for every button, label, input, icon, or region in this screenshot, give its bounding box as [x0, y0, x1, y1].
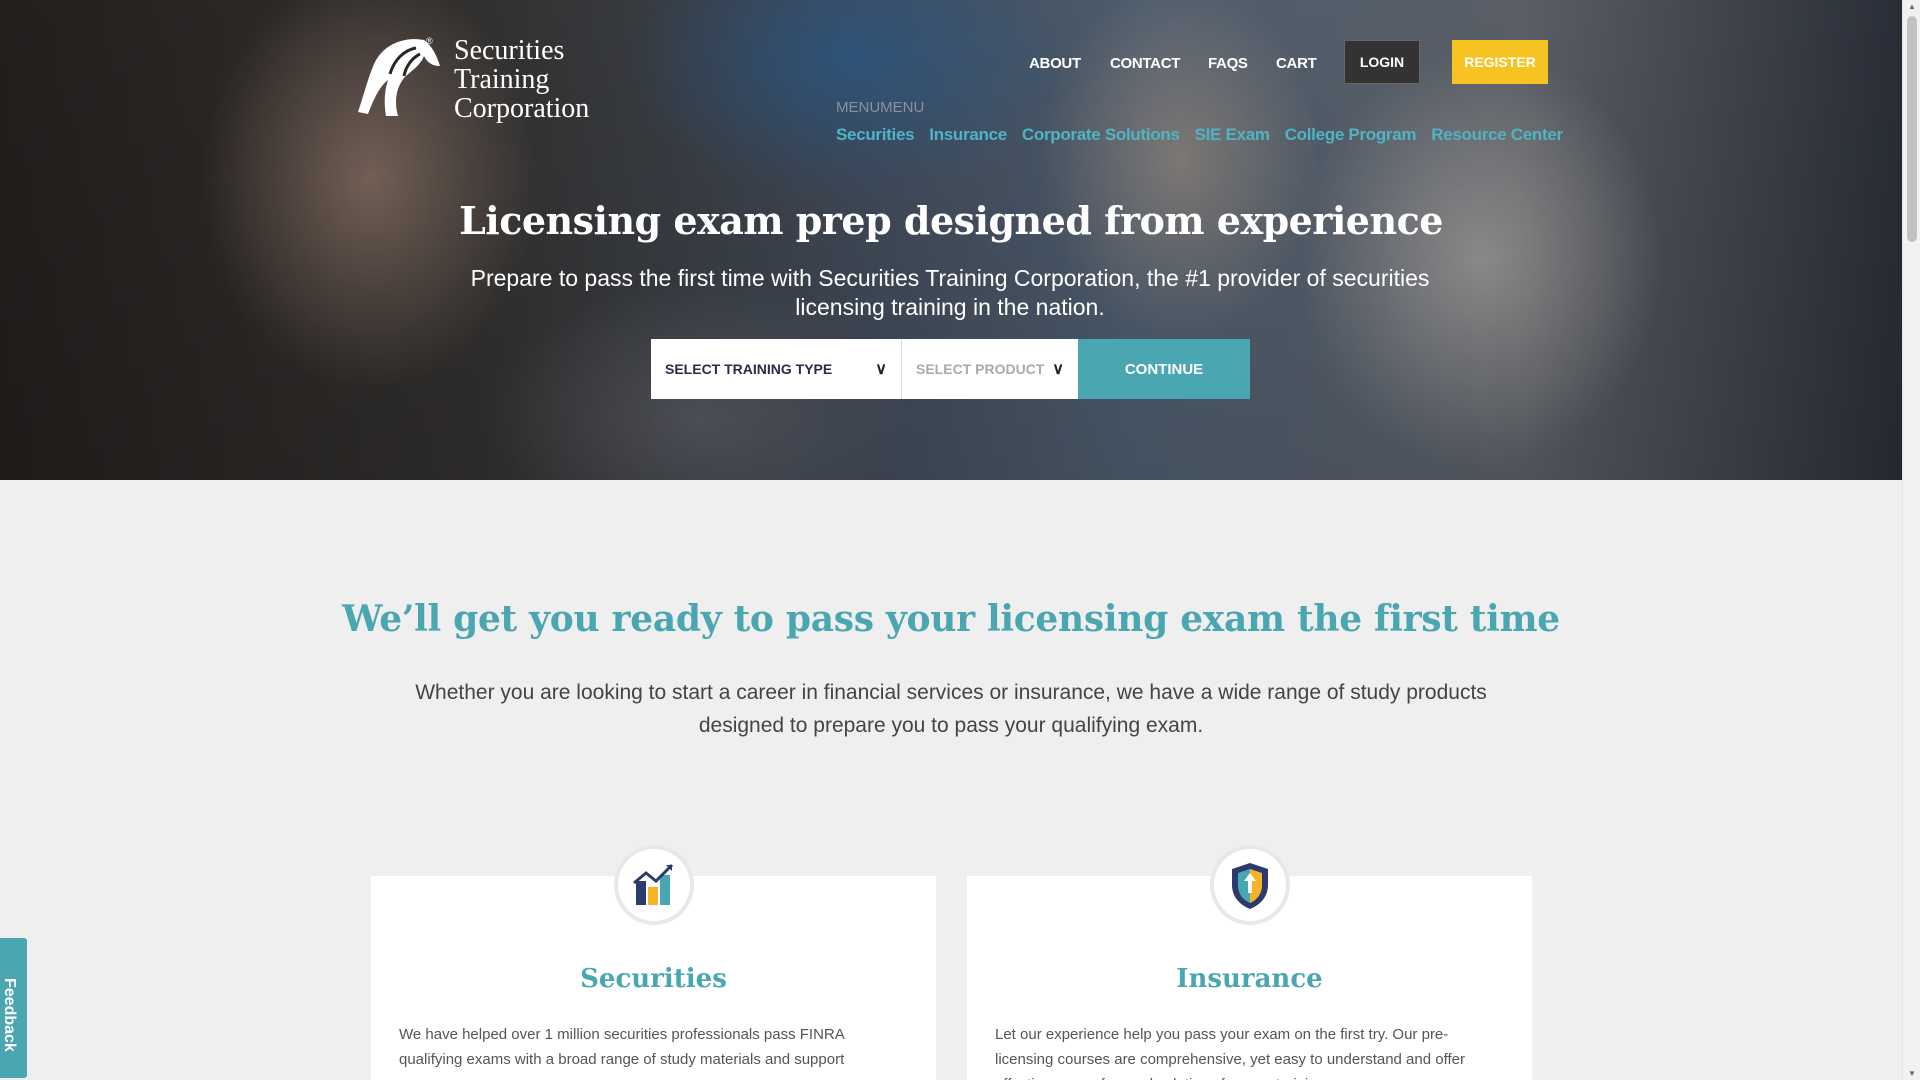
nav-faqs[interactable]: FAQS	[1208, 55, 1248, 72]
scroll-down-icon[interactable]: ▼	[1907, 1069, 1917, 1078]
training-type-label: SELECT TRAINING TYPE	[665, 361, 833, 377]
insurance-card[interactable]: Insurance Let our experience help you pa…	[967, 849, 1532, 1080]
hero-title: Licensing exam prep designed from experi…	[459, 198, 1443, 243]
training-selector: SELECT TRAINING TYPE ∨ SELECT PRODUCT ∨ …	[651, 339, 1250, 399]
chart-growth-icon	[617, 849, 690, 921]
catnav-securities[interactable]: Securities	[836, 125, 915, 145]
hero-banner: ® Securities Training Corporation ABOUT …	[0, 0, 1902, 480]
login-button[interactable]: LOGIN	[1344, 40, 1420, 84]
scroll-up-icon[interactable]: ▲	[1907, 2, 1917, 11]
menu-label: MENUMENU	[836, 99, 925, 116]
securities-card[interactable]: Securities We have helped over 1 million…	[371, 849, 936, 1080]
catnav-insurance[interactable]: Insurance	[929, 125, 1007, 145]
training-type-select[interactable]: SELECT TRAINING TYPE ∨	[651, 339, 901, 399]
feedback-tab[interactable]: Feedback	[0, 938, 27, 1078]
scrollbar-thumb[interactable]	[1907, 16, 1917, 242]
section-description: Whether you are looking to start a caree…	[415, 681, 1487, 737]
product-select[interactable]: SELECT PRODUCT ∨	[901, 339, 1078, 399]
securities-card-text: We have helped over 1 million securities…	[399, 1026, 845, 1068]
catnav-corporate-solutions[interactable]: Corporate Solutions	[1022, 125, 1180, 145]
catnav-college-program[interactable]: College Program	[1285, 125, 1417, 145]
continue-button[interactable]: CONTINUE	[1078, 339, 1250, 399]
product-label: SELECT PRODUCT	[916, 361, 1045, 377]
shield-icon	[1213, 849, 1286, 921]
hero-subtitle: Prepare to pass the first time with Secu…	[470, 265, 1430, 320]
nav-cart[interactable]: CART	[1276, 55, 1317, 72]
securities-card-title: Securities	[580, 964, 727, 994]
register-button[interactable]: REGISTER	[1452, 40, 1548, 84]
chevron-down-icon: ∨	[1052, 361, 1064, 378]
category-navigation: Securities Insurance Corporate Solutions…	[836, 125, 1563, 145]
catnav-resource-center[interactable]: Resource Center	[1431, 125, 1563, 145]
catnav-sie-exam[interactable]: SIE Exam	[1195, 125, 1270, 145]
feedback-label: Feedback	[1, 978, 18, 1052]
brand-line-3: Corporation	[454, 93, 590, 124]
chevron-down-icon: ∨	[875, 361, 887, 378]
insurance-card-text: Let our experience help you pass your ex…	[995, 1026, 1465, 1080]
section-title: We’ll get you ready to pass your licensi…	[342, 598, 1560, 640]
top-navigation: ABOUT CONTACT FAQS CART LOGIN REGISTER	[0, 40, 1902, 84]
insurance-card-title: Insurance	[1176, 964, 1323, 994]
nav-contact[interactable]: CONTACT	[1110, 55, 1180, 72]
nav-about[interactable]: ABOUT	[1029, 55, 1081, 72]
page-scrollbar[interactable]: ▲ ▼	[1902, 0, 1920, 1080]
